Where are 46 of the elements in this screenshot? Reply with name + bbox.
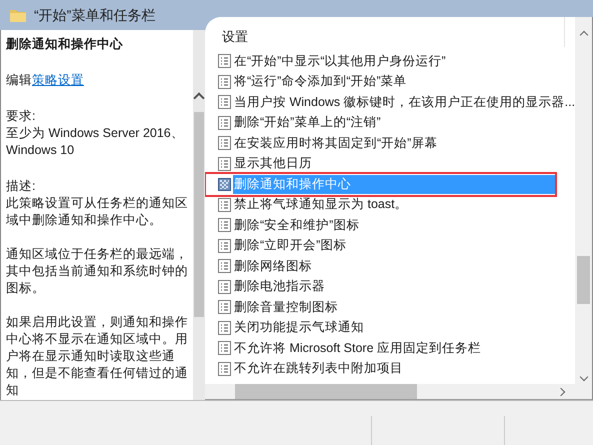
policy-icon [218,156,231,171]
policy-icon [218,320,231,335]
policy-item[interactable]: 删除“安全和维护”图标 [218,215,575,236]
policy-icon [218,95,231,110]
policy-icon [218,136,231,150]
policy-icon [218,341,231,356]
scrollbar-thumb[interactable] [194,112,204,317]
policy-icon [218,198,231,212]
horizontal-scrollbar-thumb[interactable] [235,384,417,399]
policy-icon [218,238,231,253]
folder-icon [10,8,26,22]
description-paragraph: 通知区域位于任务栏的最远端，其中包括当前通知和系统时钟的图标。 [6,246,189,297]
policy-item[interactable]: 禁止将气球通知显示为 toast。 [218,194,575,215]
policy-item[interactable]: 显示其他日历 [218,154,575,174]
policy-icon [218,300,231,314]
policy-item[interactable]: 在“开始”中显示“以其他用户身份运行” [218,51,575,72]
description-paragraph: 如果启用此设置，则通知和操作中心将不显示在通知区域中。用户将在显示通知时读取这些通知，但是不能查看任何错过的通知 [6,314,189,399]
edit-label: 编辑 [6,73,32,87]
policy-icon [218,54,231,68]
scrollbar-thumb[interactable] [577,256,590,304]
policy-icon [218,218,231,232]
policy-item[interactable]: 删除电池指示器 [218,276,575,297]
policy-item[interactable]: 删除“开始”菜单上的“注销” [218,112,575,133]
policy-title: 删除通知和操作中心 [6,36,124,53]
window-title: “开始”菜单和任务栏 [34,6,156,24]
policy-item[interactable]: 关闭功能提示气球通知 [218,318,575,338]
policy-item[interactable]: 删除“立即开会”图标 [218,236,575,256]
policy-item[interactable]: 删除音量控制图标 [218,297,575,318]
description-paragraph: 此策略设置可从任务栏的通知区域中删除通知和操作中心。 [6,195,189,229]
requirements-label: 要求: [6,108,36,125]
policy-item[interactable]: 在安装应用时将其固定到“开始”屏幕 [218,133,575,154]
policy-icon [218,116,231,130]
policy-item[interactable]: 当用户按 Windows 徽标键时，在该用户正在使用的显示器... [218,92,575,112]
policy-icon [218,74,231,89]
policy-icon [218,178,231,191]
policy-item[interactable]: 不允许在跳转列表中附加项目 [218,358,575,379]
policy-settings-link[interactable]: 策略设置 [32,73,84,87]
policy-icon [218,362,231,376]
policy-icon [218,259,231,274]
description-label: 描述: [6,178,36,195]
requirements-text: 至少为 Windows Server 2016、Windows 10 [6,125,185,159]
policy-item[interactable]: 不允许将 Microsoft Store 应用固定到任务栏 [218,338,575,358]
column-header[interactable]: 设置 [205,17,565,47]
policy-item[interactable]: 删除网络图标 [218,256,575,276]
policy-item[interactable]: 将“运行”命令添加到“开始”菜单 [218,72,575,92]
policy-icon [218,280,231,294]
